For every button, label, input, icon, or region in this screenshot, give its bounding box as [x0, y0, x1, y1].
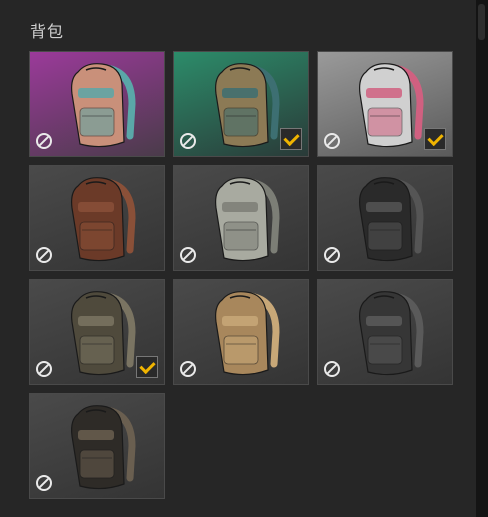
backpack-item[interactable]	[173, 165, 309, 271]
backpack-icon	[71, 63, 136, 148]
backpack-icon	[71, 177, 136, 262]
backpack-icon	[359, 177, 424, 262]
backpack-item[interactable]	[317, 51, 453, 157]
section-title: 背包	[30, 22, 65, 41]
backpack-item[interactable]	[317, 165, 453, 271]
backpack-icon	[215, 291, 280, 376]
backpack-item[interactable]	[29, 165, 165, 271]
not-tradable-icon	[180, 247, 196, 263]
not-tradable-icon	[180, 133, 196, 149]
backpack-item[interactable]	[29, 279, 165, 385]
backpack-panel: 背包	[0, 0, 477, 517]
backpack-item[interactable]	[29, 51, 165, 157]
backpack-grid	[29, 51, 453, 499]
not-tradable-icon	[324, 361, 340, 377]
backpack-icon	[359, 291, 424, 376]
not-tradable-icon	[36, 475, 52, 491]
not-tradable-icon	[324, 247, 340, 263]
backpack-item[interactable]	[173, 279, 309, 385]
scrollbar[interactable]	[476, 0, 488, 517]
backpack-icon	[71, 405, 136, 490]
scrollbar-thumb[interactable]	[478, 4, 485, 40]
not-tradable-icon	[324, 133, 340, 149]
backpack-item[interactable]	[29, 393, 165, 499]
checkmark-icon[interactable]	[280, 128, 302, 150]
backpack-icon	[215, 63, 280, 148]
not-tradable-icon	[36, 133, 52, 149]
not-tradable-icon	[180, 361, 196, 377]
backpack-item[interactable]	[173, 51, 309, 157]
backpack-icon	[215, 177, 280, 262]
checkmark-icon[interactable]	[424, 128, 446, 150]
backpack-icon	[71, 291, 136, 376]
backpack-item[interactable]	[317, 279, 453, 385]
not-tradable-icon	[36, 361, 52, 377]
backpack-icon	[359, 63, 424, 148]
not-tradable-icon	[36, 247, 52, 263]
checkmark-icon[interactable]	[136, 356, 158, 378]
